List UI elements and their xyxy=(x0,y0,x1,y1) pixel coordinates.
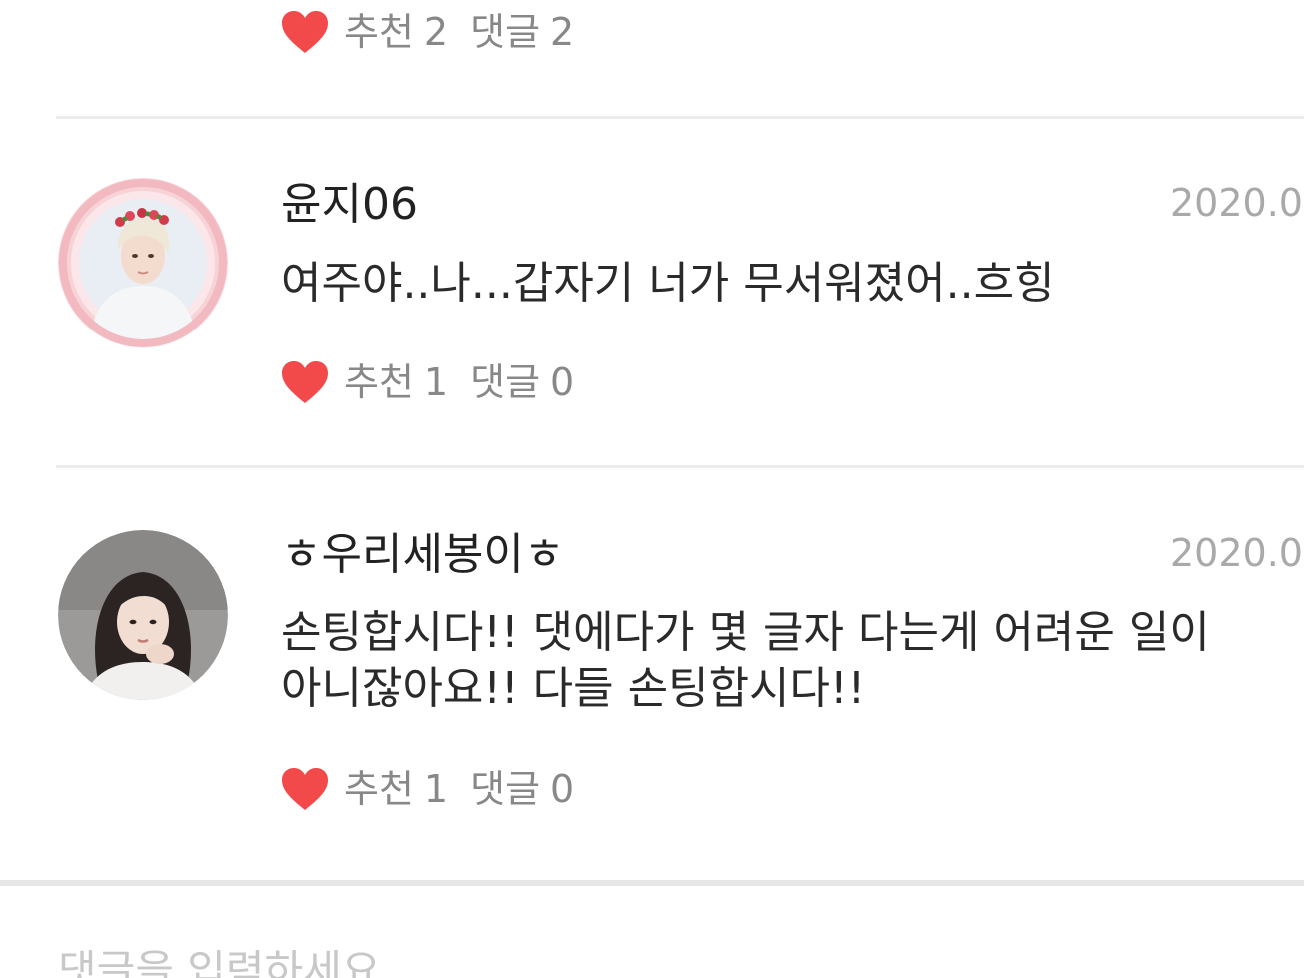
like-label: 추천 xyxy=(344,360,414,404)
divider xyxy=(0,880,1304,886)
reply-count[interactable]: 2 xyxy=(550,13,574,51)
comment-date: 2020.0 xyxy=(1170,531,1303,575)
heart-icon[interactable] xyxy=(280,359,330,405)
reply-label[interactable]: 댓글 xyxy=(470,770,540,808)
like-label: 추천 xyxy=(344,767,414,811)
comment-list-page: 추천 2 댓글 2 윤지06 2020.0 여주야..나...갑자기 너가 무서… xyxy=(0,0,1304,978)
like-count: 1 xyxy=(423,360,449,404)
divider xyxy=(56,116,1304,119)
comment-date: 2020.0 xyxy=(1170,181,1303,225)
avatar[interactable] xyxy=(58,530,228,700)
avatar-flower-crown-photo-icon xyxy=(58,178,228,348)
comment-stats: 추천 1 댓글 0 xyxy=(280,763,574,815)
reply-label[interactable]: 댓글 xyxy=(470,13,540,51)
comment-input[interactable] xyxy=(58,940,1258,978)
comment-text: 손팅합시다!! 댓에다가 몇 글자 다는게 어려운 일이 아니잖아요!! 다들 … xyxy=(281,607,1210,714)
comment-stats: 추천 2 댓글 2 xyxy=(280,6,574,58)
reply-count[interactable]: 0 xyxy=(550,770,574,808)
comment-stats: 추천 1 댓글 0 xyxy=(280,356,574,408)
comment-author[interactable]: 윤지06 xyxy=(281,183,418,227)
heart-icon[interactable] xyxy=(280,766,330,812)
reply-count[interactable]: 0 xyxy=(550,363,574,401)
avatar[interactable] xyxy=(58,178,228,348)
comment-author[interactable]: ㅎ우리세봉이ㅎ xyxy=(281,533,564,577)
comment-text: 여주야..나...갑자기 너가 무서워졌어..흐힝 xyxy=(281,258,1055,309)
avatar-portrait-photo-icon xyxy=(58,530,228,700)
like-count: 1 xyxy=(423,767,449,811)
like-count: 2 xyxy=(423,10,449,54)
heart-icon[interactable] xyxy=(280,9,330,55)
reply-label[interactable]: 댓글 xyxy=(470,363,540,401)
comment-input-bar xyxy=(0,880,1304,978)
divider xyxy=(56,465,1304,468)
like-label: 추천 xyxy=(344,10,414,54)
